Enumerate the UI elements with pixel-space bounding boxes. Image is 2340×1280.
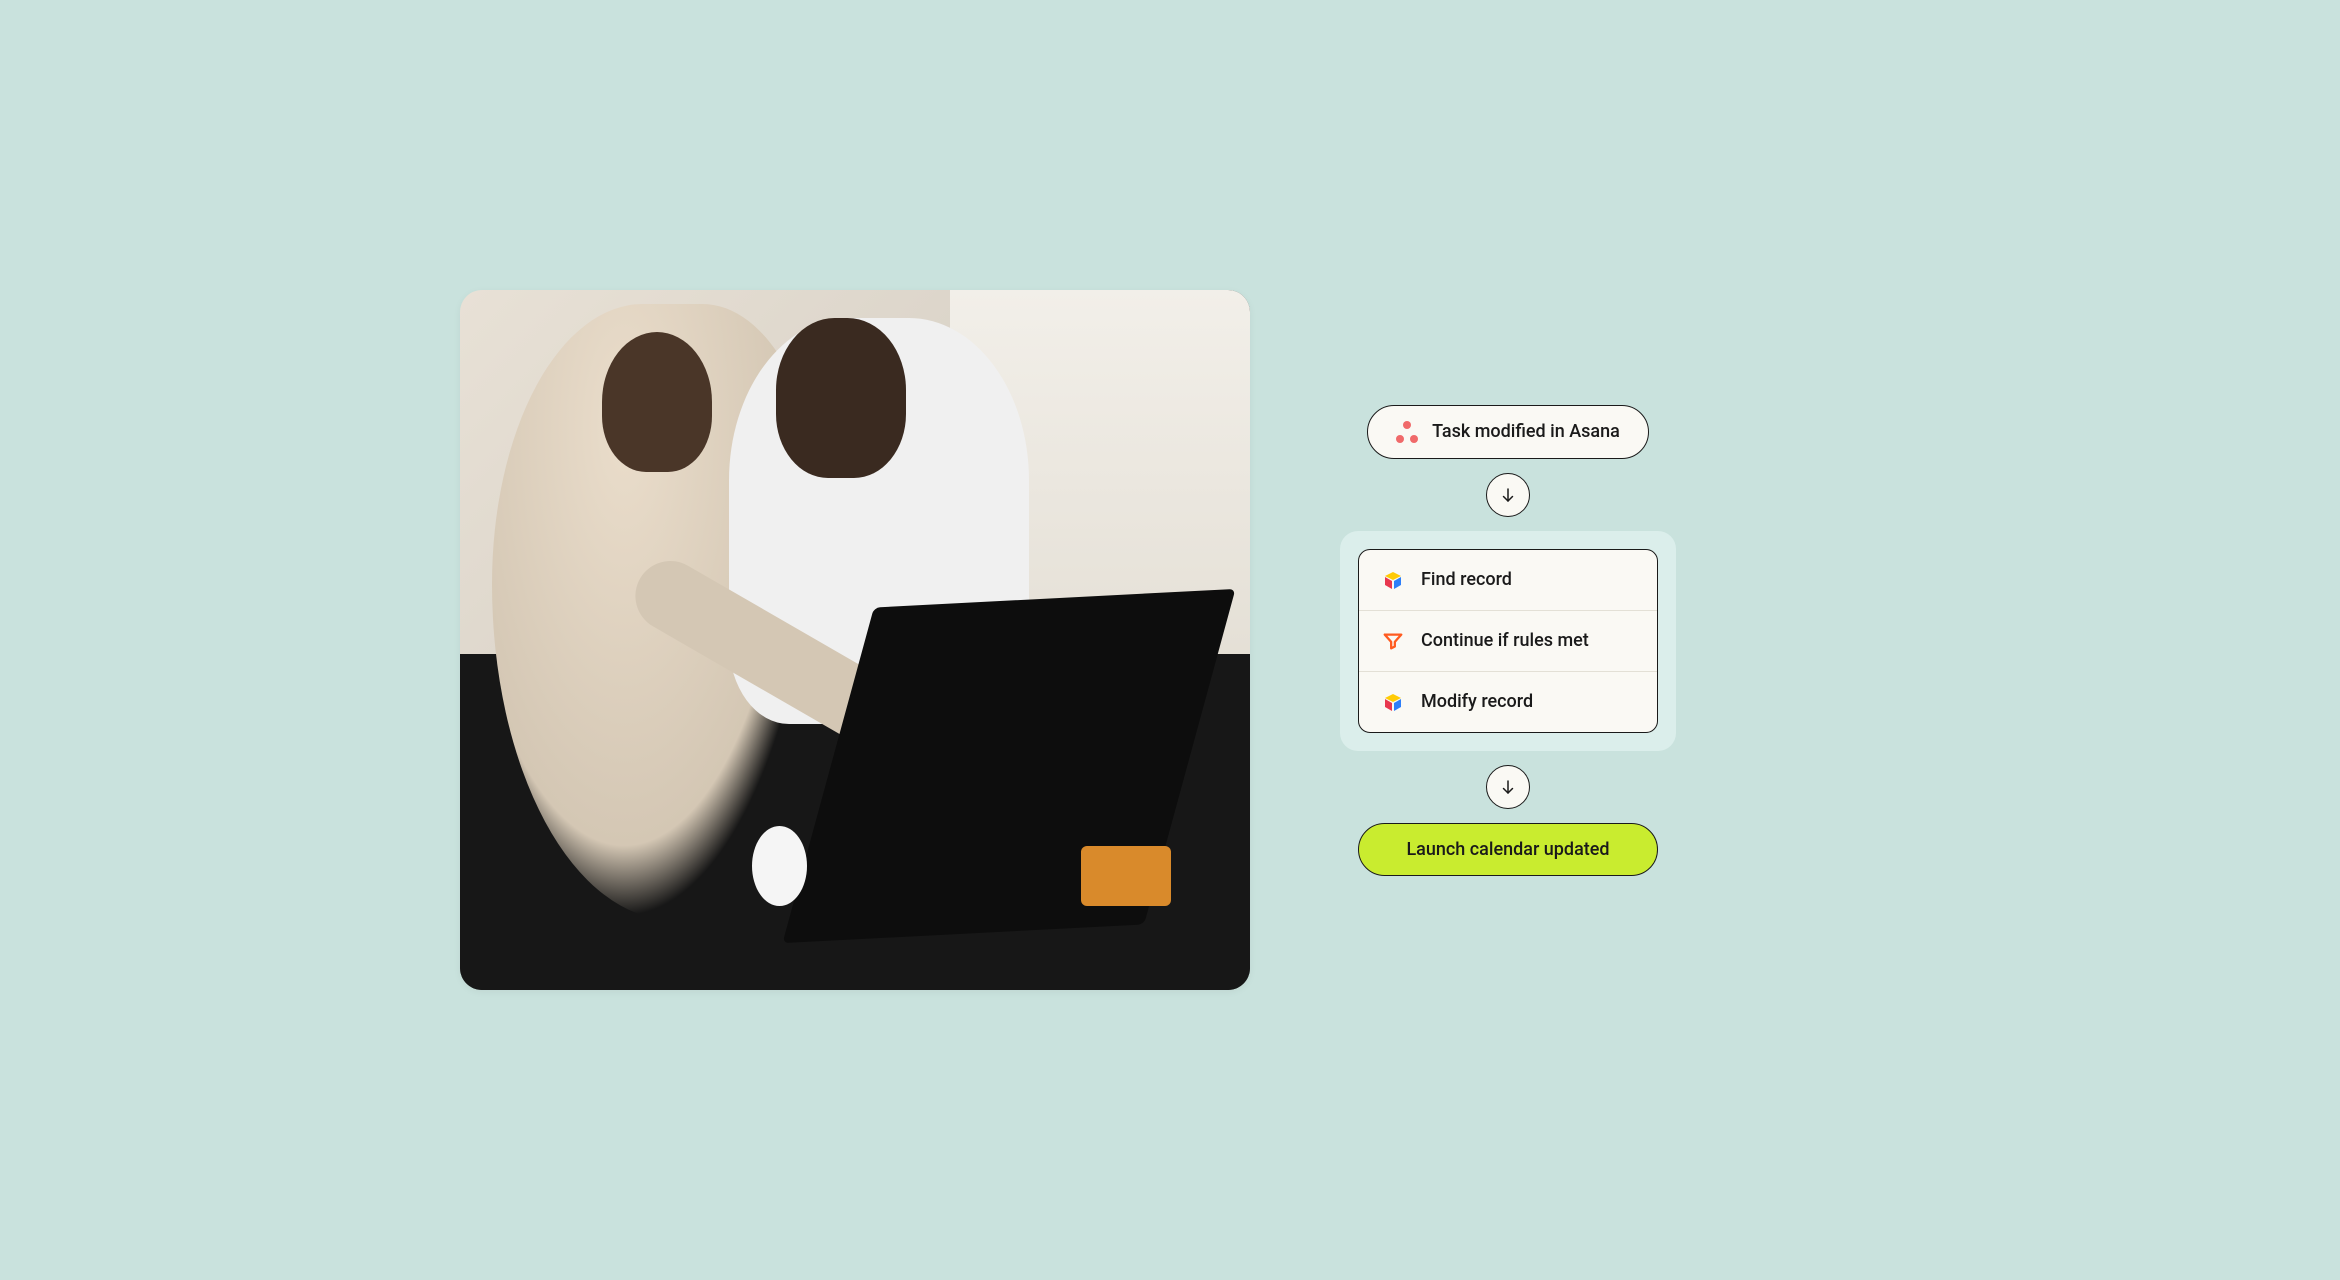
filter-icon (1381, 629, 1405, 653)
photo-person-right-head (776, 318, 906, 478)
diagram-canvas: Task modified in Asana (390, 234, 1950, 1046)
trigger-pill: Task modified in Asana (1367, 405, 1649, 459)
step-label: Modify record (1421, 691, 1533, 712)
trigger-label: Task modified in Asana (1432, 421, 1620, 442)
automation-flow: Task modified in Asana (1340, 405, 1676, 876)
asana-icon (1396, 421, 1418, 443)
result-pill: Launch calendar updated (1358, 823, 1658, 876)
result-label: Launch calendar updated (1406, 839, 1609, 860)
photo-person-left-head (602, 332, 712, 472)
collaboration-photo (460, 290, 1250, 990)
step-label: Find record (1421, 569, 1512, 590)
arrow-down-icon (1486, 765, 1530, 809)
step-modify-record: Modify record (1359, 671, 1657, 732)
airtable-icon (1381, 568, 1405, 592)
photo-tablet (1081, 846, 1171, 906)
step-find-record: Find record (1359, 550, 1657, 610)
step-label: Continue if rules met (1421, 630, 1589, 651)
arrow-down-icon (1486, 473, 1530, 517)
steps-container: Find record Continue if rules met (1340, 531, 1676, 751)
steps-card: Find record Continue if rules met (1358, 549, 1658, 733)
step-continue-if-rules-met: Continue if rules met (1359, 610, 1657, 671)
photo-mouse (752, 826, 807, 906)
airtable-icon (1381, 690, 1405, 714)
